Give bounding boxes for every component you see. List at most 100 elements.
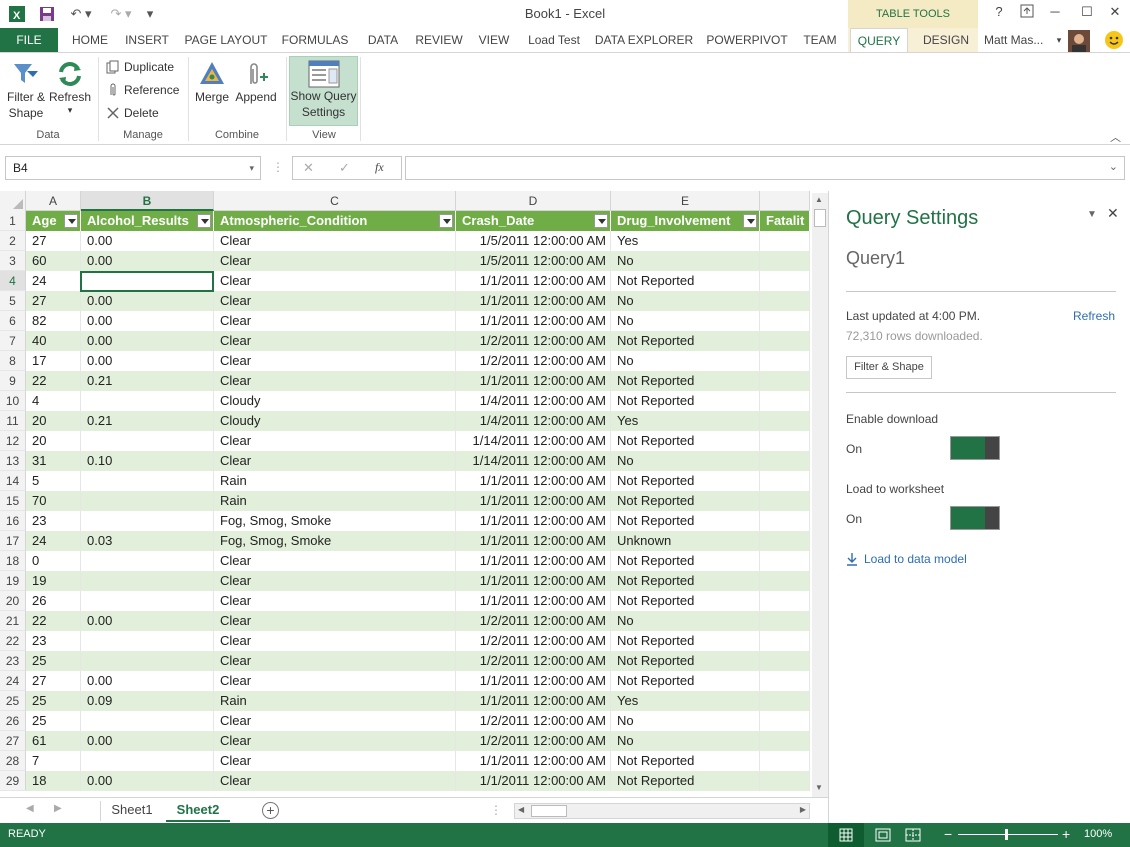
table-cell[interactable] <box>760 331 810 351</box>
row-header[interactable]: 18 <box>0 551 26 571</box>
table-cell[interactable]: Clear <box>214 571 456 591</box>
merge-button[interactable]: Merge <box>192 59 232 105</box>
table-cell[interactable]: 1/14/2011 12:00:00 AM <box>456 431 611 451</box>
table-cell[interactable]: 25 <box>26 711 81 731</box>
table-cell[interactable]: Rain <box>214 491 456 511</box>
table-cell[interactable]: 1/1/2011 12:00:00 AM <box>456 591 611 611</box>
table-cell[interactable]: 1/2/2011 12:00:00 AM <box>456 731 611 751</box>
table-cell[interactable]: No <box>611 611 760 631</box>
splitter-grip-icon[interactable]: ⋮ <box>490 803 502 817</box>
row-header[interactable]: 29 <box>0 771 26 791</box>
table-cell[interactable]: No <box>611 291 760 311</box>
tab-review[interactable]: REVIEW <box>412 28 466 52</box>
table-cell[interactable]: Clear <box>214 251 456 271</box>
zoom-slider-track[interactable] <box>958 834 1058 835</box>
table-cell[interactable]: No <box>611 711 760 731</box>
row-header[interactable]: 5 <box>0 291 26 311</box>
table-cell[interactable]: Cloudy <box>214 391 456 411</box>
load-to-data-model-link[interactable]: Load to data model <box>846 552 967 566</box>
next-sheet-icon[interactable]: ▶ <box>54 803 62 814</box>
table-cell[interactable]: 1/1/2011 12:00:00 AM <box>456 531 611 551</box>
table-header-cell[interactable]: Crash_Date <box>456 211 611 231</box>
close-window-icon[interactable]: ✕ <box>1102 4 1128 24</box>
sheet-tab-sheet2[interactable]: Sheet2 <box>166 798 230 822</box>
table-cell[interactable]: 18 <box>26 771 81 791</box>
ribbon-display-options-icon[interactable] <box>1014 4 1040 24</box>
table-cell[interactable]: Clear <box>214 351 456 371</box>
table-cell[interactable] <box>760 291 810 311</box>
table-cell[interactable]: 1/1/2011 12:00:00 AM <box>456 291 611 311</box>
filter-shape-button[interactable]: Filter & Shape <box>4 59 48 121</box>
row-header[interactable]: 20 <box>0 591 26 611</box>
table-cell[interactable] <box>760 231 810 251</box>
tab-page-layout[interactable]: PAGE LAYOUT <box>180 28 272 52</box>
table-cell[interactable]: 0.00 <box>81 231 214 251</box>
row-header[interactable]: 19 <box>0 571 26 591</box>
table-cell[interactable]: Not Reported <box>611 511 760 531</box>
row-header[interactable]: 27 <box>0 731 26 751</box>
row-header[interactable]: 24 <box>0 671 26 691</box>
table-cell[interactable]: 25 <box>26 651 81 671</box>
page-layout-view-icon[interactable] <box>874 827 894 843</box>
table-cell[interactable]: Not Reported <box>611 431 760 451</box>
table-cell[interactable]: Not Reported <box>611 671 760 691</box>
table-cell[interactable]: 7 <box>26 751 81 771</box>
table-cell[interactable]: 1/2/2011 12:00:00 AM <box>456 331 611 351</box>
table-cell[interactable]: 24 <box>26 531 81 551</box>
table-cell[interactable]: Clear <box>214 631 456 651</box>
table-cell[interactable]: Clear <box>214 451 456 471</box>
table-cell[interactable] <box>760 691 810 711</box>
table-header-cell[interactable]: Age <box>26 211 81 231</box>
table-cell[interactable] <box>760 371 810 391</box>
row-header[interactable]: 22 <box>0 631 26 651</box>
table-cell[interactable]: 1/5/2011 12:00:00 AM <box>456 231 611 251</box>
table-cell[interactable]: 23 <box>26 631 81 651</box>
formula-input[interactable]: ⌄ <box>405 156 1125 180</box>
column-header-e[interactable]: E <box>611 191 760 211</box>
table-cell[interactable]: 82 <box>26 311 81 331</box>
zoom-slider-thumb[interactable] <box>1005 829 1008 840</box>
table-cell[interactable]: No <box>611 251 760 271</box>
horizontal-scrollbar[interactable]: ◀ ▶ <box>514 803 810 819</box>
table-cell[interactable]: 31 <box>26 451 81 471</box>
table-cell[interactable] <box>81 631 214 651</box>
table-cell[interactable]: 0.10 <box>81 451 214 471</box>
row-header[interactable]: 13 <box>0 451 26 471</box>
table-cell[interactable]: Rain <box>214 471 456 491</box>
table-cell[interactable] <box>760 511 810 531</box>
tab-insert[interactable]: INSERT <box>120 28 174 52</box>
table-cell[interactable]: Clear <box>214 371 456 391</box>
table-cell[interactable] <box>81 711 214 731</box>
select-all-corner[interactable] <box>0 191 26 211</box>
zoom-out-icon[interactable]: − <box>944 826 952 842</box>
load-to-worksheet-toggle[interactable] <box>950 506 1000 530</box>
table-cell[interactable]: Cloudy <box>214 411 456 431</box>
table-cell[interactable]: 23 <box>26 511 81 531</box>
table-cell[interactable]: Clear <box>214 431 456 451</box>
normal-view-button[interactable] <box>828 823 864 847</box>
table-cell[interactable]: No <box>611 731 760 751</box>
scroll-right-icon[interactable]: ▶ <box>800 805 806 814</box>
row-header[interactable]: 10 <box>0 391 26 411</box>
reference-button[interactable]: Reference <box>106 80 179 100</box>
table-cell[interactable]: Yes <box>611 411 760 431</box>
table-cell[interactable]: 1/2/2011 12:00:00 AM <box>456 631 611 651</box>
table-cell[interactable]: 0 <box>26 551 81 571</box>
row-header[interactable]: 7 <box>0 331 26 351</box>
smiley-feedback-icon[interactable] <box>1104 30 1124 50</box>
table-cell[interactable]: Not Reported <box>611 371 760 391</box>
row-header[interactable]: 14 <box>0 471 26 491</box>
delete-button[interactable]: Delete <box>106 103 159 123</box>
prev-sheet-icon[interactable]: ◀ <box>26 803 34 814</box>
table-cell[interactable] <box>81 591 214 611</box>
row-header[interactable]: 1 <box>0 211 26 231</box>
table-cell[interactable] <box>760 651 810 671</box>
refresh-link[interactable]: Refresh <box>1073 309 1115 323</box>
table-cell[interactable]: Rain <box>214 691 456 711</box>
table-cell[interactable]: 22 <box>26 371 81 391</box>
table-cell[interactable]: Not Reported <box>611 491 760 511</box>
table-cell[interactable]: Clear <box>214 291 456 311</box>
table-cell[interactable]: Fog, Smog, Smoke <box>214 511 456 531</box>
table-cell[interactable] <box>760 671 810 691</box>
filter-shape-pane-button[interactable]: Filter & Shape <box>846 356 932 379</box>
